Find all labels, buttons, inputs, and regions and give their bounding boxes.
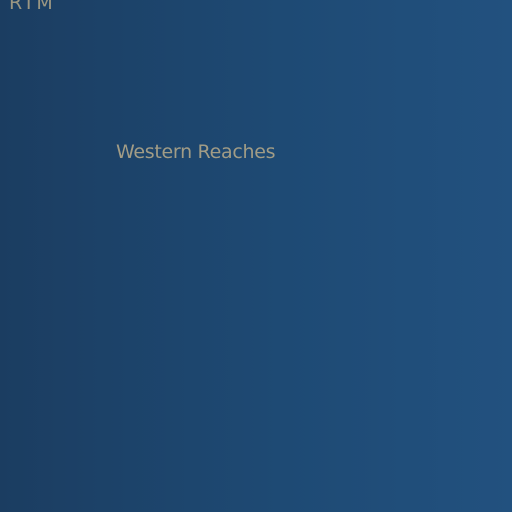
region-label-western-reaches: Western Reaches [116, 141, 276, 163]
corner-mark: RTM [9, 0, 55, 14]
map-canvas[interactable]: RTM Western Reaches [0, 0, 512, 512]
